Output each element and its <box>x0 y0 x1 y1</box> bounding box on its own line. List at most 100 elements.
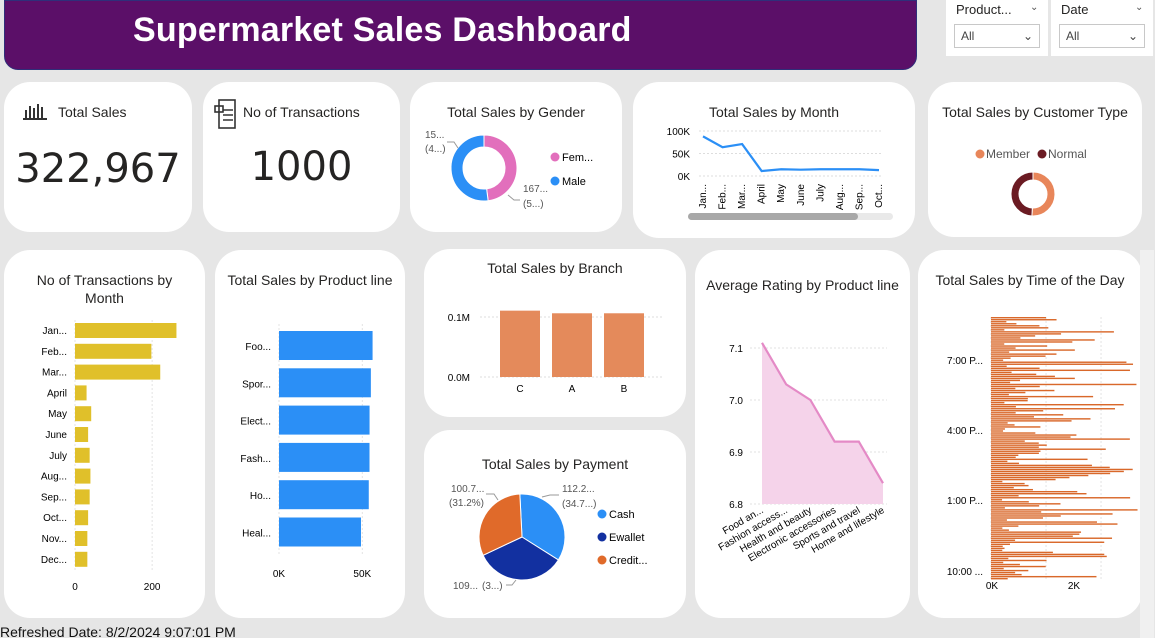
chart-bar <box>991 464 1092 467</box>
page-scrollbar[interactable] <box>1140 250 1154 638</box>
product-bar-chart[interactable]: Foo... Spor... Elect... Fash... Ho... Heal...… <box>215 250 405 618</box>
chart-bar <box>75 406 92 422</box>
page-title: Supermarket Sales Dashboard <box>133 11 632 49</box>
chevron-down-icon: ⌄ <box>1022 29 1033 43</box>
x-tick-label: July <box>815 184 826 202</box>
chart-bar <box>991 397 1028 400</box>
y-tick-label: June <box>45 430 67 441</box>
chart-bar <box>991 343 1005 345</box>
chevron-down-icon[interactable]: ⌄ <box>1135 2 1143 13</box>
legend-marker <box>597 555 607 565</box>
month-line-chart[interactable]: 100K 50K 0K Jan... Feb... Mar... April May June J… <box>633 82 915 238</box>
y-tick-label: 7.1 <box>729 344 743 355</box>
chart-bar <box>991 391 1026 394</box>
chart-bar <box>991 509 1138 511</box>
chart-bar <box>500 310 540 377</box>
time-bar-chart[interactable]: 7:00 P... 4:00 P... 1:00 P... 10:00 ...0K 2K <box>918 250 1142 618</box>
y-tick-label: 7:00 P... <box>947 356 983 367</box>
chart-bar <box>991 555 1107 558</box>
legend-label: Fem... <box>562 152 593 164</box>
y-tick-label: Spor... <box>242 379 271 390</box>
chart-bar <box>991 408 1115 410</box>
chart-bar <box>991 347 1016 349</box>
product-slicer[interactable]: Product... ⌄ All ⌄ <box>946 0 1048 56</box>
chart-bar <box>991 567 1004 570</box>
payment-card[interactable]: Total Sales by Payment 112.2... (34.7...)… <box>424 430 686 618</box>
gender-donut[interactable]: 15... (4...) 167... (5...) Fem... Male <box>410 82 622 232</box>
chart-bar <box>991 549 1003 552</box>
chart-bar <box>991 495 1019 497</box>
chart-bar <box>75 551 88 567</box>
data-label: (4...) <box>425 144 446 155</box>
chart-bar <box>75 385 87 401</box>
x-tick-label: B <box>621 384 628 395</box>
y-tick-label: Mar... <box>42 368 67 379</box>
tx-month-bar-chart[interactable]: Jan... Feb... Mar... April May June July Aug...… <box>4 250 205 618</box>
x-tick-label: C <box>516 384 523 395</box>
chart-bar <box>991 389 1055 392</box>
legend-label: Member <box>986 147 1030 161</box>
chart-slice <box>483 134 518 202</box>
leader-line <box>447 141 459 149</box>
data-label: (31.2%) <box>449 498 484 509</box>
data-label: 15... <box>425 130 444 141</box>
time-card[interactable]: Total Sales by Time of the Day 7:00 P...… <box>918 250 1142 618</box>
date-slicer[interactable]: Date ⌄ All ⌄ <box>1051 0 1153 56</box>
chart-bar <box>991 329 1005 331</box>
chevron-down-icon[interactable]: ⌄ <box>1030 2 1038 13</box>
x-tick-label: 200 <box>144 582 161 593</box>
x-tick-label: April <box>757 184 768 204</box>
chart-bar <box>991 387 1016 390</box>
kpi-total-sales[interactable]: Total Sales 322,967 <box>4 82 192 232</box>
chart-bar <box>991 474 1089 477</box>
y-tick-label: 6.8 <box>729 500 743 511</box>
chart-bar <box>991 519 1007 521</box>
chart-bar <box>991 337 1021 339</box>
tx-month-card[interactable]: No of Transactions by Month Jan... Feb...… <box>4 250 205 618</box>
chart-bar <box>991 577 1008 580</box>
title-banner: Supermarket Sales Dashboard <box>4 0 917 70</box>
bar-chart-icon <box>23 104 47 120</box>
legend-label: Credit... <box>609 555 648 567</box>
product-dropdown[interactable]: All ⌄ <box>954 24 1040 48</box>
y-tick-label: Ho... <box>250 491 271 502</box>
gender-chart-card[interactable]: Total Sales by Gender 15... (4...) 167...(… <box>410 82 622 232</box>
chart-bar <box>991 385 1040 388</box>
chart-bar <box>991 436 1071 438</box>
chart-bar <box>991 482 1025 485</box>
y-tick-label: Dec... <box>41 555 67 566</box>
product-line-card[interactable]: Total Sales by Product line Foo... Spor..… <box>215 250 405 618</box>
chart-bar <box>991 446 1039 448</box>
kpi-value: 322,967 <box>15 146 181 192</box>
chart-bar <box>991 420 1072 422</box>
rating-area-chart[interactable]: 7.17.06.96.8Food an...Fashion access...H… <box>695 250 910 618</box>
branch-card[interactable]: Total Sales by Branch 0.1M 0.0M C A B <box>424 249 686 417</box>
chart-bar <box>991 533 1080 535</box>
customer-type-card[interactable]: Total Sales by Customer Type Member Norma… <box>928 82 1142 237</box>
chart-bar <box>75 343 152 359</box>
chart-bar <box>991 426 1041 428</box>
chart-bar <box>991 480 1003 483</box>
chart-bar <box>991 499 1003 501</box>
month-line-card[interactable]: Total Sales by Month 100K 50K 0K Jan... Feb.… <box>633 82 915 238</box>
x-tick-label: 50K <box>353 569 371 580</box>
chart-bar <box>991 335 1036 337</box>
chart-bar <box>75 323 177 338</box>
branch-bar-chart[interactable]: 0.1M 0.0M C A B <box>424 249 686 417</box>
chart-bar <box>991 353 1057 355</box>
chart-bar <box>75 489 90 505</box>
date-dropdown[interactable]: All ⌄ <box>1059 24 1145 48</box>
customer-donut[interactable]: Member Normal <box>928 82 1142 237</box>
rating-card[interactable]: Average Rating by Product line 7.1 7.0 6.9… <box>695 250 910 618</box>
chart-bar <box>991 349 1075 351</box>
kpi-transactions[interactable]: No of Transactions 1000 <box>203 82 400 232</box>
chart-bar <box>991 525 1019 527</box>
chart-bar <box>75 510 89 526</box>
legend-label: Ewallet <box>609 532 644 544</box>
chart-bar <box>991 501 1029 503</box>
payment-pie-chart[interactable]: 112.2... (34.7...) 109... (3...) 100.7... (31… <box>424 430 686 618</box>
legend-marker <box>550 152 560 162</box>
x-tick-label: Sep... <box>854 184 865 210</box>
chart-bar <box>991 428 1005 430</box>
chart-slice <box>1010 171 1034 217</box>
